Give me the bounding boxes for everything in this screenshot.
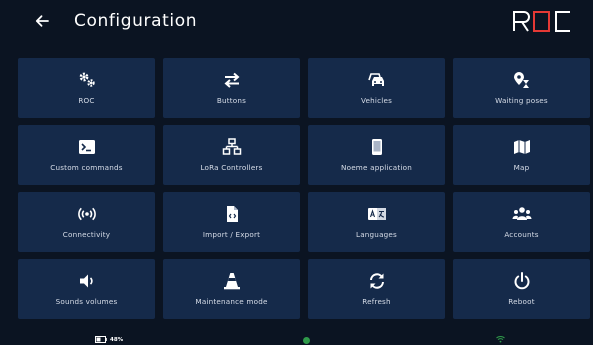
cone-icon	[222, 272, 242, 290]
file-code-icon	[222, 205, 242, 223]
tile-label: Maintenance mode	[195, 297, 268, 306]
connection-status-icon	[303, 337, 310, 344]
tile-label: Languages	[355, 230, 397, 239]
tile-label: LoRa Controllers	[200, 163, 263, 172]
map-icon	[512, 138, 532, 156]
tile-buttons[interactable]: Buttons	[163, 58, 300, 118]
tile-label: Map	[513, 163, 530, 172]
back-arrow-icon[interactable]	[34, 13, 50, 29]
tile-label: Waiting poses	[495, 96, 548, 105]
signal-icon	[77, 205, 97, 223]
tile-label: Vehicles	[360, 96, 393, 105]
status-bar: 48%	[0, 334, 593, 345]
tile-label: Refresh	[362, 297, 391, 306]
tile-label: Reboot	[508, 297, 535, 306]
tile-label: Sounds volumes	[55, 297, 118, 306]
refresh-icon	[367, 272, 387, 290]
translate-icon	[367, 205, 387, 223]
volume-icon	[77, 272, 97, 290]
tile-waiting-poses[interactable]: Waiting poses	[453, 58, 590, 118]
page-title: Configuration	[74, 11, 198, 31]
tile-accounts[interactable]: Accounts	[453, 192, 590, 252]
battery-icon	[95, 336, 107, 343]
tablet-icon	[367, 138, 387, 156]
tile-languages[interactable]: Languages	[308, 192, 445, 252]
battery-indicator: 48%	[95, 336, 123, 343]
terminal-icon	[77, 138, 97, 156]
tile-label: Import / Export	[202, 230, 261, 239]
tile-label: Connectivity	[62, 230, 111, 239]
network-icon	[222, 138, 242, 156]
swap-arrows-icon	[222, 71, 242, 89]
location-hourglass-icon	[512, 71, 532, 89]
tile-label: Accounts	[504, 230, 539, 239]
tile-noeme-application[interactable]: Noeme application	[308, 125, 445, 185]
tile-roc[interactable]: ROC	[18, 58, 155, 118]
tile-label: Buttons	[216, 96, 247, 105]
header: Configuration	[0, 0, 593, 48]
tile-refresh[interactable]: Refresh	[308, 259, 445, 319]
vehicles-icon	[367, 71, 387, 89]
tile-import-export[interactable]: Import / Export	[163, 192, 300, 252]
tile-custom-commands[interactable]: Custom commands	[18, 125, 155, 185]
tile-lora-controllers[interactable]: LoRa Controllers	[163, 125, 300, 185]
power-icon	[512, 272, 532, 290]
tile-label: Noeme application	[341, 163, 412, 172]
people-icon	[512, 205, 532, 223]
battery-percent: 48%	[110, 336, 124, 343]
tile-sounds-volumes[interactable]: Sounds volumes	[18, 259, 155, 319]
wifi-icon	[496, 336, 505, 343]
gear-icon	[77, 71, 97, 89]
tile-label: Custom commands	[50, 163, 123, 172]
tile-maintenance-mode[interactable]: Maintenance mode	[163, 259, 300, 319]
config-grid: ROC Buttons Vehicles Waiting poses Custo…	[18, 58, 590, 319]
tile-reboot[interactable]: Reboot	[453, 259, 590, 319]
tile-label: ROC	[78, 96, 95, 105]
roc-logo	[513, 11, 570, 32]
tile-vehicles[interactable]: Vehicles	[308, 58, 445, 118]
tile-map[interactable]: Map	[453, 125, 590, 185]
tile-connectivity[interactable]: Connectivity	[18, 192, 155, 252]
